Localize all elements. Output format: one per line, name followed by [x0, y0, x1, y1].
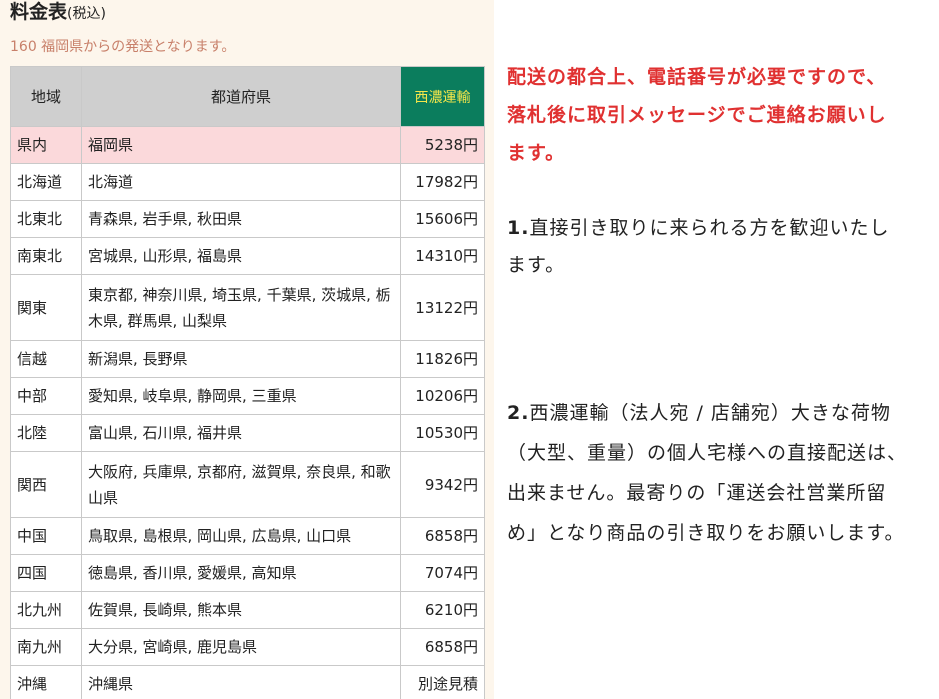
phone-required-notice: 配送の都合上、電話番号が必要ですので、落札後に取引メッセージでご連絡お願いします…: [507, 66, 887, 164]
rate-table-body: 県内 福岡県 5238円 北海道 北海道 17982円 北東北 青森県, 岩手県, 秋田県 15…: [10, 126, 485, 699]
region-cell: 北海道: [10, 163, 82, 201]
table-row: 四国 徳島県, 香川県, 愛媛県, 高知県 7074円: [10, 554, 485, 592]
region-cell: 南東北: [10, 237, 82, 275]
header-carrier: 西濃運輸: [400, 66, 485, 127]
price-cell: 9342円: [400, 451, 485, 518]
title-suffix: (税込): [67, 6, 106, 22]
price-cell: 7074円: [400, 554, 485, 592]
price-cell: 13122円: [400, 274, 485, 341]
table-row: 北東北 青森県, 岩手県, 秋田県 15606円: [10, 200, 485, 238]
region-cell: 南九州: [10, 628, 82, 666]
prefectures-cell: 富山県, 石川県, 福井県: [80, 414, 402, 452]
rate-panel: 料金表(税込) 160 福岡県からの発送となります。 地域 都道府県 西濃運輸 …: [0, 0, 494, 699]
table-row: 関西 大阪府, 兵庫県, 京都府, 滋賀県, 奈良県, 和歌山県 9342円: [10, 451, 485, 518]
prefectures-cell: 北海道: [80, 163, 402, 201]
price-cell: 10530円: [400, 414, 485, 452]
price-cell: 6858円: [400, 517, 485, 555]
header-region: 地域: [10, 66, 82, 127]
header-prefectures: 都道府県: [80, 66, 402, 127]
table-row: 南東北 宮城県, 山形県, 福島県 14310円: [10, 237, 485, 275]
table-row: 北海道 北海道 17982円: [10, 163, 485, 201]
price-cell: 11826円: [400, 340, 485, 378]
region-cell: 関西: [10, 451, 82, 518]
prefectures-cell: 大阪府, 兵庫県, 京都府, 滋賀県, 奈良県, 和歌山県: [80, 451, 402, 518]
region-cell: 北九州: [10, 591, 82, 629]
table-row: 中部 愛知県, 岐阜県, 静岡県, 三重県 10206円: [10, 377, 485, 415]
prefectures-cell: 徳島県, 香川県, 愛媛県, 高知県: [80, 554, 402, 592]
table-row: 中国 鳥取県, 島根県, 岡山県, 広島県, 山口県 6858円: [10, 517, 485, 555]
region-cell: 県内: [10, 126, 82, 164]
prefectures-cell: 青森県, 岩手県, 秋田県: [80, 200, 402, 238]
note-number: 1.: [507, 217, 530, 239]
table-row: 信越 新潟県, 長野県 11826円: [10, 340, 485, 378]
price-cell: 別途見積: [400, 665, 485, 699]
region-cell: 沖縄: [10, 665, 82, 699]
price-cell: 17982円: [400, 163, 485, 201]
price-cell: 5238円: [400, 126, 485, 164]
shipping-origin-note: 160 福岡県からの発送となります。: [10, 39, 236, 55]
region-cell: 北陸: [10, 414, 82, 452]
note-text: 直接引き取りに来られる方を歓迎いたします。: [507, 217, 890, 276]
prefectures-cell: 鳥取県, 島根県, 岡山県, 広島県, 山口県: [80, 517, 402, 555]
table-row: 沖縄 沖縄県 別途見積: [10, 665, 485, 699]
price-cell: 6210円: [400, 591, 485, 629]
region-cell: 信越: [10, 340, 82, 378]
prefectures-cell: 宮城県, 山形県, 福島県: [80, 237, 402, 275]
table-row: 関東 東京都, 神奈川県, 埼玉県, 千葉県, 茨城県, 栃木県, 群馬県, 山梨…: [10, 274, 485, 341]
region-cell: 関東: [10, 274, 82, 341]
note-delivery: 2.西濃運輸（法人宛 / 店舗宛）大きな荷物（大型、重量）の個人宅様への直接配送…: [507, 393, 907, 553]
table-row: 北陸 富山県, 石川県, 福井県 10530円: [10, 414, 485, 452]
region-cell: 四国: [10, 554, 82, 592]
price-cell: 14310円: [400, 237, 485, 275]
table-row: 北九州 佐賀県, 長崎県, 熊本県 6210円: [10, 591, 485, 629]
price-cell: 15606円: [400, 200, 485, 238]
region-cell: 北東北: [10, 200, 82, 238]
price-cell: 6858円: [400, 628, 485, 666]
prefectures-cell: 新潟県, 長野県: [80, 340, 402, 378]
prefectures-cell: 東京都, 神奈川県, 埼玉県, 千葉県, 茨城県, 栃木県, 群馬県, 山梨県: [80, 274, 402, 341]
prefectures-cell: 福岡県: [80, 126, 402, 164]
page: 料金表(税込) 160 福岡県からの発送となります。 地域 都道府県 西濃運輸 …: [0, 0, 939, 699]
prefectures-cell: 愛知県, 岐阜県, 静岡県, 三重県: [80, 377, 402, 415]
table-row: 南九州 大分県, 宮崎県, 鹿児島県 6858円: [10, 628, 485, 666]
prefectures-cell: 佐賀県, 長崎県, 熊本県: [80, 591, 402, 629]
region-cell: 中部: [10, 377, 82, 415]
shipping-rate-table: 地域 都道府県 西濃運輸 県内 福岡県 5238円 北海道 北海道 17982円 北東北 青森…: [10, 66, 485, 699]
region-cell: 中国: [10, 517, 82, 555]
price-cell: 10206円: [400, 377, 485, 415]
note-pickup: 1.直接引き取りに来られる方を歓迎いたします。: [507, 210, 907, 284]
note-number: 2.: [507, 402, 530, 424]
page-title: 料金表(税込): [10, 0, 106, 26]
prefectures-cell: 沖縄県: [80, 665, 402, 699]
title-text: 料金表: [10, 1, 68, 23]
table-row: 県内 福岡県 5238円: [10, 126, 485, 164]
prefectures-cell: 大分県, 宮崎県, 鹿児島県: [80, 628, 402, 666]
table-header-row: 地域 都道府県 西濃運輸: [10, 66, 485, 127]
note-text: 西濃運輸（法人宛 / 店舗宛）大きな荷物（大型、重量）の個人宅様への直接配送は、…: [507, 402, 908, 544]
